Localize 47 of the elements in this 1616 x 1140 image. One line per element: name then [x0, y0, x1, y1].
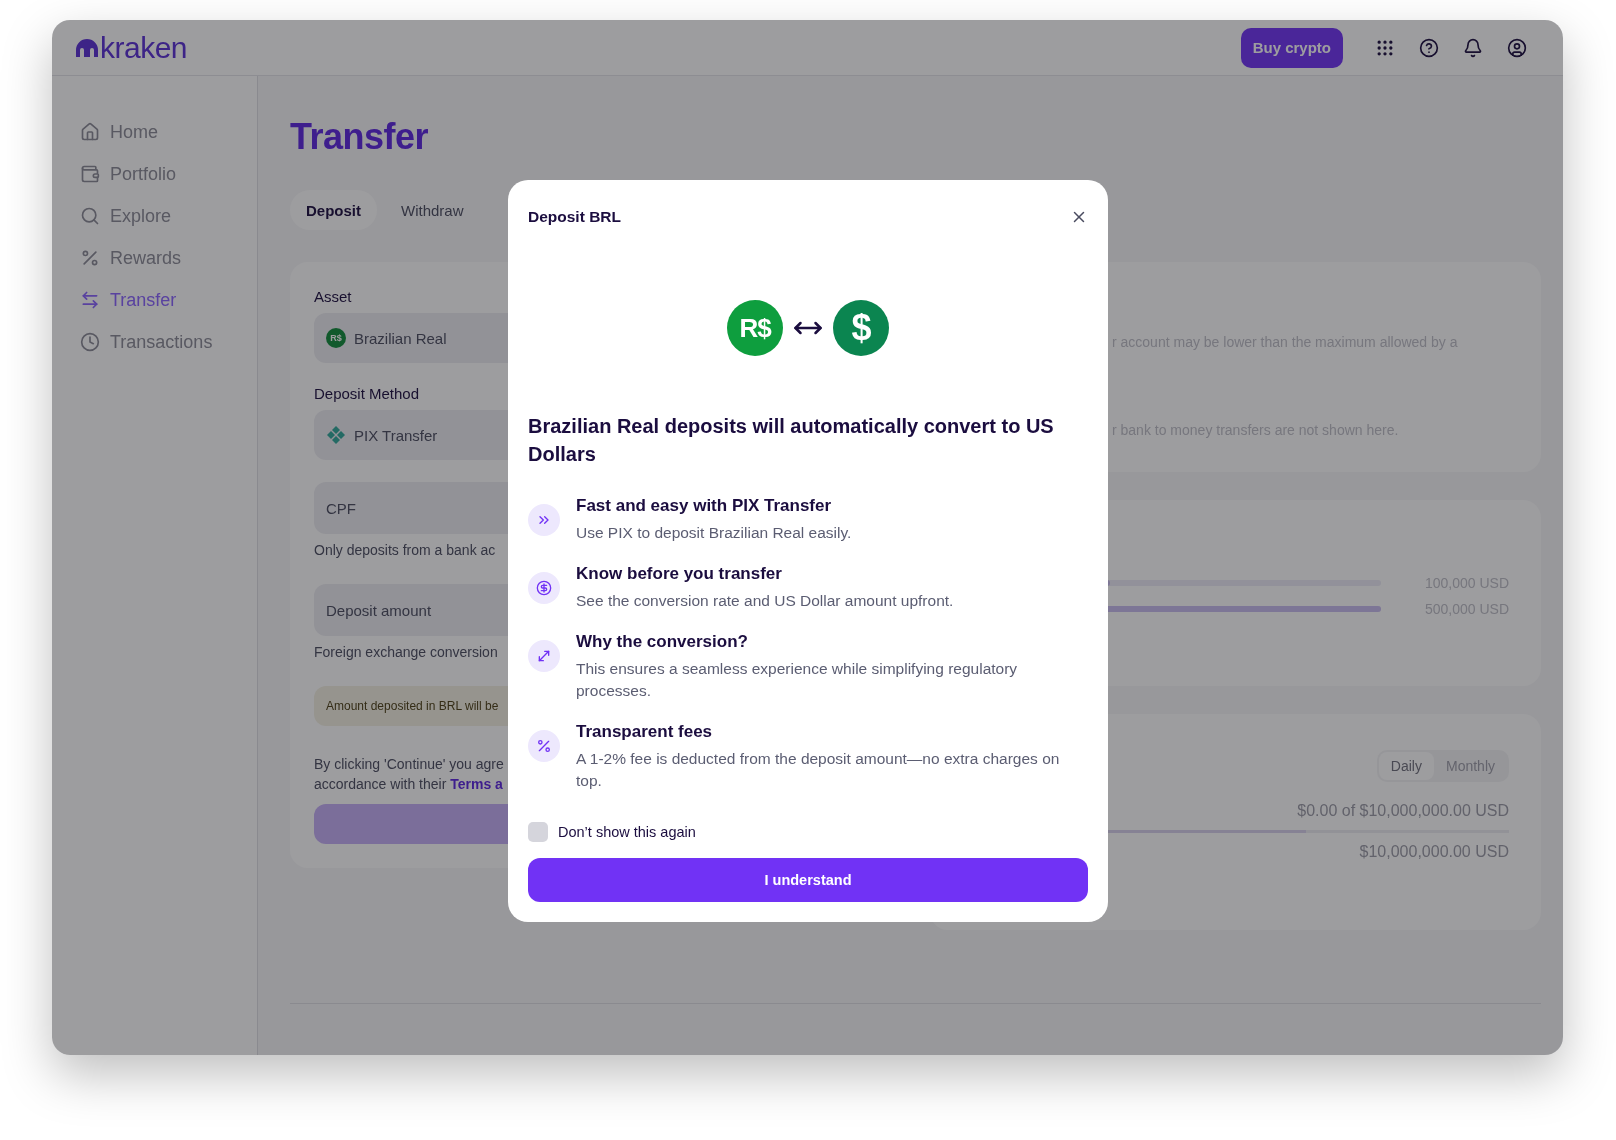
period-option[interactable]: Daily — [1378, 752, 1434, 780]
feature-title: Fast and easy with PIX Transfer — [576, 496, 833, 516]
helper-text: Foreign exchange conversion — [314, 644, 498, 660]
sidebar-item[interactable]: Portfolio — [80, 162, 257, 186]
dollar-coin-icon — [528, 572, 560, 604]
real-coin-icon: R$ — [727, 300, 783, 356]
feature-text: A 1-2% fee is deducted from the deposit amount—no extra charges on top. — [576, 749, 1061, 791]
clock-icon — [80, 332, 100, 352]
dialog-title: Deposit BRL — [528, 208, 621, 226]
checkbox[interactable] — [528, 822, 548, 842]
search-icon — [80, 206, 100, 226]
sidebar-item[interactable]: Transactions — [80, 330, 257, 354]
logo-icon — [76, 38, 98, 57]
page-title: Transfer — [290, 116, 430, 158]
kraken-logo: kraken — [76, 32, 188, 63]
feature-title: Know before you transfer — [576, 564, 783, 584]
dollar-coin-icon: $ — [833, 300, 889, 356]
terms-link[interactable]: Terms a — [450, 776, 503, 792]
terms-text: accordance with their — [314, 776, 447, 792]
usage-amount: $0.00 of $10,000,000.00 USD — [1297, 802, 1509, 820]
checkbox-label: Don’t show this again — [558, 824, 696, 840]
real-coin-icon: R$ — [326, 328, 346, 348]
buy-crypto-button[interactable]: Buy crypto — [1240, 27, 1343, 68]
tab[interactable]: Deposit — [290, 190, 377, 230]
diamond-icon — [326, 425, 346, 445]
wallet-icon — [80, 164, 100, 184]
home-icon — [80, 122, 100, 142]
helper-text: Only deposits from a bank ac — [314, 542, 496, 558]
sidebar-item[interactable]: Explore — [80, 204, 257, 228]
percent-icon — [528, 730, 560, 762]
terms-text: By clicking 'Continue' you agre — [314, 755, 504, 774]
feature-text: See the conversion rate and US Dollar amount upfront. — [576, 591, 954, 611]
sidebar-item[interactable]: Rewards — [80, 246, 257, 270]
chevrons-icon — [528, 504, 560, 536]
arrows-icon — [80, 290, 100, 310]
field-label: Asset — [314, 288, 353, 305]
diagonal-arrows-icon — [528, 640, 560, 672]
percent-icon — [80, 248, 100, 268]
sidebar-item[interactable]: Home — [80, 120, 257, 144]
limit-total: $10,000,000.00 USD — [1359, 843, 1509, 861]
understand-button[interactable]: I understand — [528, 858, 1088, 902]
dialog-headline: Brazilian Real deposits will automatically convert to US Dollars — [528, 414, 1055, 467]
tab[interactable]: Withdraw — [385, 190, 480, 230]
feature-text: Use PIX to deposit Brazilian Real easily. — [576, 523, 852, 543]
feature-title: Why the conversion? — [576, 632, 749, 652]
field-label: Deposit Method — [314, 385, 421, 402]
sidebar-item[interactable]: Transfer — [80, 288, 257, 312]
